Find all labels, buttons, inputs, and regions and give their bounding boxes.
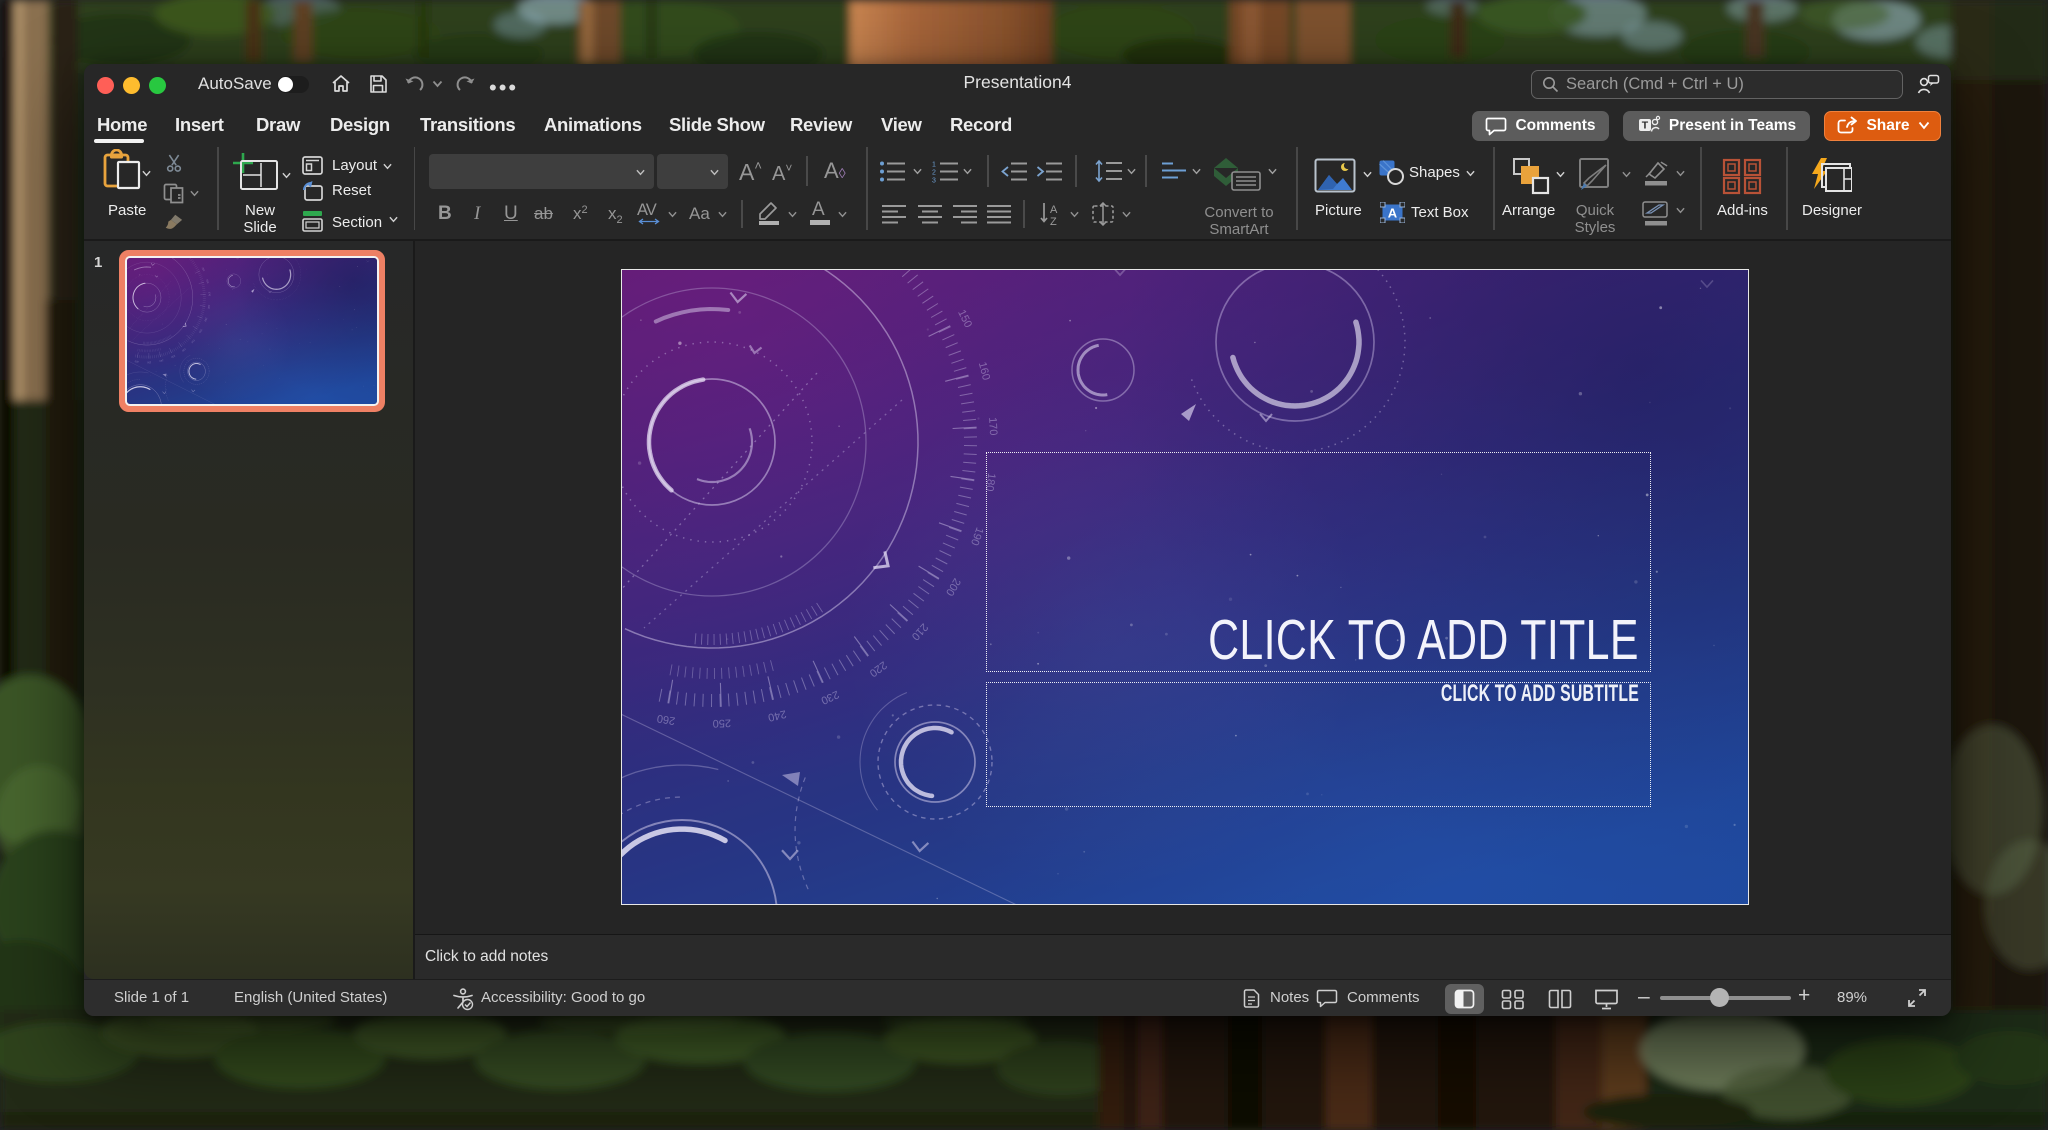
- svg-text:2: 2: [932, 170, 936, 177]
- svg-text:Z: Z: [1050, 216, 1057, 227]
- svg-text:3: 3: [932, 178, 936, 184]
- svg-text:T: T: [1642, 119, 1649, 131]
- svg-text:1: 1: [932, 162, 936, 169]
- svg-text:A: A: [1050, 204, 1058, 216]
- svg-text:A: A: [1388, 206, 1398, 221]
